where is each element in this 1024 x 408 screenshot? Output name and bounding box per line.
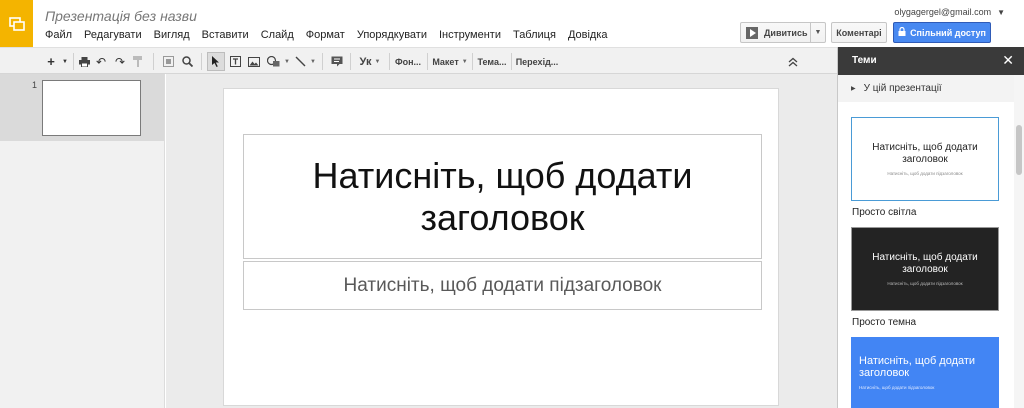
theme-preview-subtitle: Натисніть, щоб додати підзаголовок <box>887 281 963 286</box>
title-placeholder[interactable]: Натисніть, щоб додати заголовок <box>243 134 762 259</box>
document-title[interactable]: Презентація без назви <box>45 8 197 24</box>
zoom-fit-icon[interactable] <box>161 52 175 71</box>
theme-preview-subtitle: Натисніть, щоб додати підзаголовок <box>859 385 935 390</box>
editor-canvas: Натисніть, щоб додати заголовок Натисніт… <box>166 74 837 408</box>
toolbar: + ▼ ↶ ↷ ▼ ▼ Ук ▼ Фон... Макет ▼ Тема... … <box>0 47 837 74</box>
shape-icon[interactable] <box>265 52 281 71</box>
collapse-toolbar-icon[interactable] <box>785 52 801 71</box>
background-button[interactable]: Фон... <box>392 52 424 71</box>
share-button[interactable]: Спільний доступ <box>893 22 991 43</box>
theme-preview-title: Натисніть, щоб додати заголовок <box>872 252 978 275</box>
layout-dropdown-icon: ▼ <box>461 58 468 65</box>
menu-arrange[interactable]: Упорядкувати <box>357 29 427 41</box>
lock-icon <box>898 26 906 38</box>
theme-card-simple-dark[interactable]: Натисніть, щоб додати заголовок Натисніт… <box>851 227 999 311</box>
redo-icon[interactable]: ↷ <box>113 52 127 71</box>
menu-file[interactable]: Файл <box>45 29 72 41</box>
present-dropdown-icon[interactable]: ▼ <box>810 23 825 42</box>
slides-logo-icon[interactable] <box>0 0 33 47</box>
theme-name: Просто світла <box>852 207 917 218</box>
layout-button[interactable]: Макет ▼ <box>431 52 469 71</box>
themes-panel-title: Теми <box>852 55 877 66</box>
menu-table[interactable]: Таблиця <box>513 29 556 41</box>
themes-section-label: У цій презентації <box>863 83 942 94</box>
paint-format-icon[interactable] <box>131 52 145 71</box>
slide-thumbnail-row[interactable]: 1 <box>0 74 164 141</box>
undo-icon[interactable]: ↶ <box>94 52 108 71</box>
menu-bar: Файл Редагувати Вигляд Вставити Слайд Фо… <box>45 29 620 41</box>
theme-preview-title: Натисніть, щоб додати заголовок <box>859 355 976 379</box>
present-button[interactable]: Дивитись ▼ <box>740 22 826 43</box>
theme-name: Просто темна <box>852 317 917 328</box>
image-icon[interactable] <box>247 52 261 71</box>
close-icon[interactable]: ✕ <box>1002 52 1014 69</box>
slide-thumbnail[interactable] <box>42 80 141 136</box>
comments-button[interactable]: Коментарі <box>831 22 887 43</box>
input-language-button[interactable]: Ук ▼ <box>354 52 386 71</box>
themes-scrollbar[interactable] <box>1014 75 1024 408</box>
account-menu[interactable]: olygagergel@gmail.com ▼ <box>894 7 1005 17</box>
theme-button[interactable]: Тема... <box>476 52 508 71</box>
text-box-icon[interactable] <box>228 52 242 71</box>
themes-panel: Теми ✕ ▶ У цій презентації Натисніть, що… <box>837 47 1024 408</box>
print-icon[interactable] <box>77 52 91 71</box>
menu-insert[interactable]: Вставити <box>202 29 249 41</box>
caret-down-icon: ▼ <box>997 8 1005 17</box>
share-label: Спільний доступ <box>910 27 986 38</box>
menu-edit[interactable]: Редагувати <box>84 29 142 41</box>
zoom-icon[interactable] <box>180 52 194 71</box>
themes-section-in-presentation[interactable]: ▶ У цій презентації <box>838 75 1014 102</box>
subtitle-placeholder[interactable]: Натисніть, щоб додати підзаголовок <box>243 261 762 310</box>
menu-format[interactable]: Формат <box>306 29 345 41</box>
play-icon <box>746 26 758 39</box>
theme-card-blue[interactable]: Натисніть, щоб додати заголовок Натисніт… <box>851 337 999 408</box>
new-slide-button[interactable]: + <box>44 52 58 71</box>
layout-label: Макет <box>432 56 459 67</box>
menu-view[interactable]: Вигляд <box>154 29 190 41</box>
menu-tools[interactable]: Інструменти <box>439 29 501 41</box>
themes-panel-header: Теми ✕ <box>838 47 1024 75</box>
slide-canvas: Натисніть, щоб додати заголовок Натисніт… <box>223 88 779 406</box>
theme-preview-title: Натисніть, щоб додати заголовок <box>872 142 978 165</box>
new-slide-dropdown-icon[interactable]: ▼ <box>60 52 70 71</box>
shape-dropdown-icon[interactable]: ▼ <box>283 52 291 71</box>
comment-icon[interactable] <box>329 52 345 71</box>
present-label: Дивитись <box>764 27 808 38</box>
line-icon[interactable] <box>293 52 307 71</box>
triangle-right-icon: ▶ <box>851 86 856 92</box>
menu-slide[interactable]: Слайд <box>261 29 294 41</box>
slide-filmstrip: 1 <box>0 74 165 408</box>
theme-card-simple-light[interactable]: Натисніть, щоб додати заголовок Натисніт… <box>851 117 999 201</box>
language-dropdown-icon: ▼ <box>374 58 381 65</box>
account-email: olygagergel@gmail.com <box>894 7 992 17</box>
slide-number: 1 <box>32 80 38 90</box>
input-language-label: Ук <box>359 55 372 68</box>
transition-button[interactable]: Перехід... <box>515 52 559 71</box>
line-dropdown-icon[interactable]: ▼ <box>309 52 317 71</box>
theme-preview-subtitle: Натисніть, щоб додати підзаголовок <box>887 171 963 176</box>
app-header: Презентація без назви Файл Редагувати Ви… <box>0 0 1024 47</box>
menu-help[interactable]: Довідка <box>568 29 608 41</box>
select-cursor-icon[interactable] <box>207 52 225 71</box>
